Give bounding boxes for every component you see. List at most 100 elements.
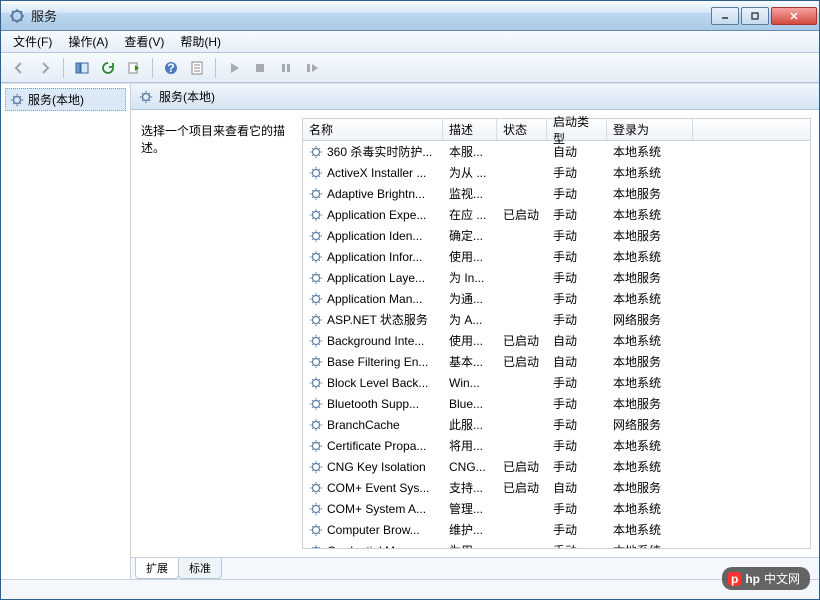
cell-logon: 本地服务	[607, 267, 693, 288]
description-prompt: 选择一个项目来查看它的描述。	[141, 122, 292, 156]
cell-name: CNG Key Isolation	[303, 458, 443, 476]
view-tabs: 扩展 标准	[131, 557, 819, 579]
service-row[interactable]: Application Iden...确定...手动本地服务	[303, 225, 810, 246]
service-row[interactable]: COM+ System A...管理...手动本地系统	[303, 498, 810, 519]
cell-logon: 网络服务	[607, 414, 693, 435]
column-startup[interactable]: 启动类型	[547, 119, 607, 140]
service-row[interactable]: Application Infor...使用...手动本地系统	[303, 246, 810, 267]
column-logon[interactable]: 登录为	[607, 119, 693, 140]
gear-icon	[309, 250, 323, 264]
service-row[interactable]: CNG Key IsolationCNG...已启动手动本地系统	[303, 456, 810, 477]
cell-startup: 手动	[547, 498, 607, 519]
cell-name: BranchCache	[303, 416, 443, 434]
gear-icon	[309, 502, 323, 516]
service-row[interactable]: Application Man...为通...手动本地系统	[303, 288, 810, 309]
menu-action[interactable]: 操作(A)	[60, 31, 116, 52]
cell-name: Base Filtering En...	[303, 353, 443, 371]
gear-icon	[10, 93, 24, 107]
gear-icon	[309, 271, 323, 285]
menu-help[interactable]: 帮助(H)	[172, 31, 229, 52]
column-name[interactable]: 名称	[303, 119, 443, 140]
gear-icon	[309, 166, 323, 180]
service-row[interactable]: Credential Mana...为用...手动本地系统	[303, 540, 810, 548]
list-rows[interactable]: 360 杀毒实时防护...本服...自动本地系统ActiveX Installe…	[303, 141, 810, 548]
cell-status	[497, 402, 547, 406]
cell-logon: 本地系统	[607, 204, 693, 225]
stop-service-button[interactable]	[248, 56, 272, 80]
pane-body: 选择一个项目来查看它的描述。 名称 描述 状态 启动类型 登录为 360 杀毒实…	[131, 110, 819, 557]
titlebar[interactable]: 服务	[1, 1, 819, 31]
export-list-button[interactable]	[122, 56, 146, 80]
cell-logon: 本地系统	[607, 288, 693, 309]
pause-service-button[interactable]	[274, 56, 298, 80]
cell-startup: 自动	[547, 477, 607, 498]
cell-logon: 网络服务	[607, 309, 693, 330]
help-button[interactable]: ?	[159, 56, 183, 80]
gear-icon	[309, 334, 323, 348]
minimize-button[interactable]	[711, 7, 739, 25]
service-row[interactable]: Application Expe...在应 ...已启动手动本地系统	[303, 204, 810, 225]
gear-icon	[309, 208, 323, 222]
tree-pane: 服务(本地)	[1, 84, 131, 579]
cell-startup: 手动	[547, 246, 607, 267]
service-row[interactable]: Application Laye...为 In...手动本地服务	[303, 267, 810, 288]
back-button[interactable]	[7, 56, 31, 80]
cell-logon: 本地系统	[607, 456, 693, 477]
restart-service-button[interactable]	[300, 56, 324, 80]
service-row[interactable]: 360 杀毒实时防护...本服...自动本地系统	[303, 141, 810, 162]
cell-status: 已启动	[497, 456, 547, 477]
cell-name: Application Iden...	[303, 227, 443, 245]
forward-button[interactable]	[33, 56, 57, 80]
tab-standard[interactable]: 标准	[178, 558, 222, 579]
service-row[interactable]: Block Level Back...Win...手动本地系统	[303, 372, 810, 393]
service-row[interactable]: Bluetooth Supp...Blue...手动本地服务	[303, 393, 810, 414]
cell-desc: 支持...	[443, 477, 497, 498]
cell-name: Adaptive Brightn...	[303, 185, 443, 203]
cell-desc: 将用...	[443, 435, 497, 456]
service-row[interactable]: Certificate Propa...将用...手动本地系统	[303, 435, 810, 456]
cell-logon: 本地系统	[607, 330, 693, 351]
service-row[interactable]: Computer Brow...维护...手动本地系统	[303, 519, 810, 540]
body-area: 服务(本地) 服务(本地) 选择一个项目来查看它的描述。 名称 描述 状态 启动…	[1, 83, 819, 579]
column-desc[interactable]: 描述	[443, 119, 497, 140]
cell-logon: 本地服务	[607, 225, 693, 246]
cell-startup: 手动	[547, 393, 607, 414]
cell-startup: 手动	[547, 519, 607, 540]
services-window: 服务 文件(F) 操作(A) 查看(V) 帮助(H) ? 服务(本地	[0, 0, 820, 600]
cell-status	[497, 255, 547, 259]
properties-button[interactable]	[185, 56, 209, 80]
cell-status	[497, 318, 547, 322]
cell-status	[497, 297, 547, 301]
service-row[interactable]: COM+ Event Sys...支持...已启动自动本地服务	[303, 477, 810, 498]
service-row[interactable]: BranchCache此服...手动网络服务	[303, 414, 810, 435]
close-button[interactable]	[771, 7, 817, 25]
pane-title: 服务(本地)	[159, 88, 215, 105]
service-row[interactable]: ActiveX Installer ...为从 ...手动本地系统	[303, 162, 810, 183]
window-title: 服务	[31, 6, 711, 25]
toolbar-separator	[215, 58, 216, 78]
menu-file[interactable]: 文件(F)	[5, 31, 60, 52]
cell-logon: 本地服务	[607, 477, 693, 498]
cell-logon: 本地服务	[607, 351, 693, 372]
cell-startup: 自动	[547, 351, 607, 372]
tab-extended[interactable]: 扩展	[135, 558, 179, 579]
cell-desc: 在应 ...	[443, 204, 497, 225]
maximize-button[interactable]	[741, 7, 769, 25]
gear-icon	[309, 355, 323, 369]
service-row[interactable]: Adaptive Brightn...监视...手动本地服务	[303, 183, 810, 204]
show-hide-tree-button[interactable]	[70, 56, 94, 80]
statusbar	[1, 579, 819, 599]
service-row[interactable]: ASP.NET 状态服务为 A...手动网络服务	[303, 309, 810, 330]
column-status[interactable]: 状态	[497, 119, 547, 140]
service-row[interactable]: Base Filtering En...基本...已启动自动本地服务	[303, 351, 810, 372]
gear-icon	[309, 187, 323, 201]
refresh-button[interactable]	[96, 56, 120, 80]
cell-status	[497, 528, 547, 532]
cell-desc: Win...	[443, 374, 497, 392]
menu-view[interactable]: 查看(V)	[116, 31, 172, 52]
start-service-button[interactable]	[222, 56, 246, 80]
cell-status	[497, 150, 547, 154]
cell-status	[497, 234, 547, 238]
service-row[interactable]: Background Inte...使用...已启动自动本地系统	[303, 330, 810, 351]
tree-root-services[interactable]: 服务(本地)	[5, 88, 126, 111]
